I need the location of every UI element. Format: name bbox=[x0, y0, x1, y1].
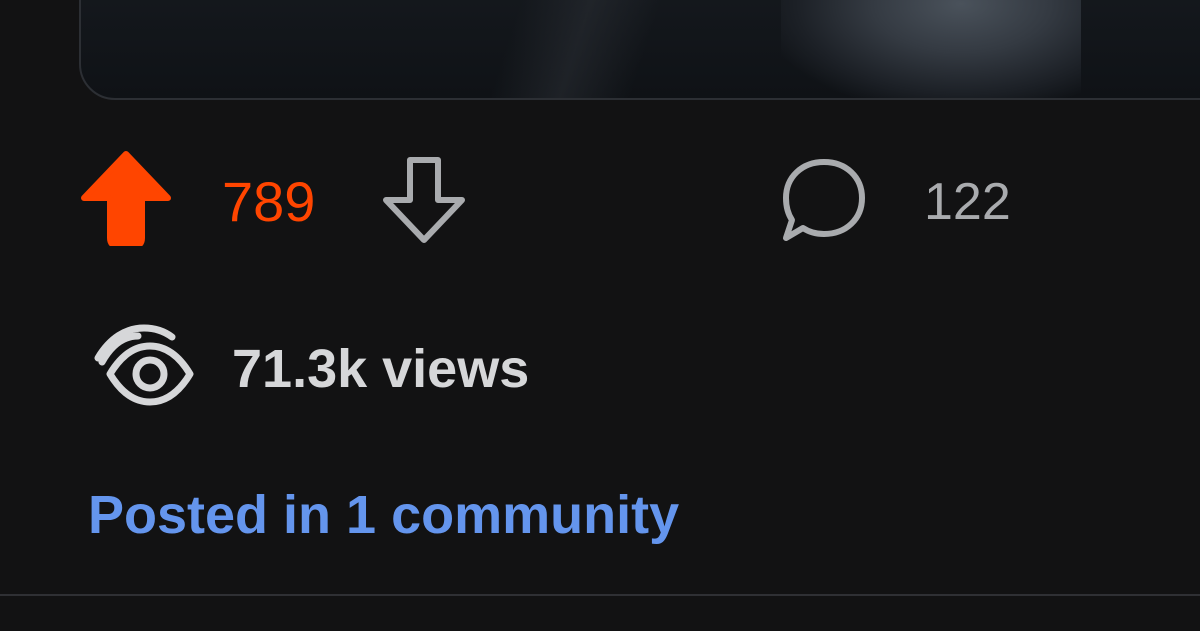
comment-count: 122 bbox=[924, 173, 1011, 231]
post-media-preview[interactable] bbox=[79, 0, 1200, 100]
media-shading bbox=[488, 0, 674, 98]
upvote-button[interactable] bbox=[80, 150, 172, 246]
view-count: 71.3k views bbox=[232, 339, 530, 399]
posted-in-communities-link[interactable]: Posted in 1 community bbox=[88, 488, 679, 542]
downvote-button[interactable] bbox=[378, 152, 470, 248]
comments-button[interactable] bbox=[776, 152, 872, 248]
eye-icon bbox=[94, 324, 194, 406]
downvote-arrow-outline-icon bbox=[383, 157, 465, 243]
speech-bubble-icon bbox=[783, 159, 865, 241]
vote-score: 789 bbox=[222, 170, 316, 233]
divider bbox=[0, 594, 1200, 596]
upvote-arrow-filled-icon bbox=[81, 151, 171, 246]
post-detail-footer: 789 122 71.3k views Posted in 1 communit… bbox=[0, 0, 1200, 631]
vote-comment-bar: 789 122 bbox=[0, 140, 1200, 250]
media-highlight bbox=[781, 0, 1081, 98]
